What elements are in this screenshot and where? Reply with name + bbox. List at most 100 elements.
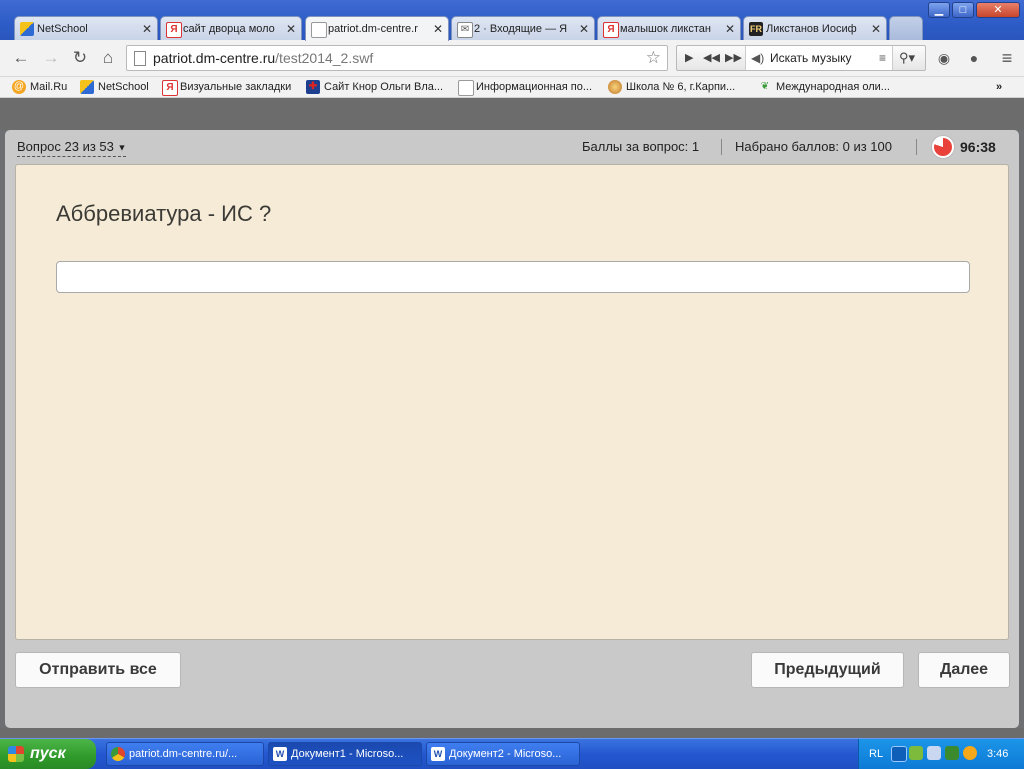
- system-tray: RL 3:46: [858, 739, 1024, 769]
- menu-icon[interactable]: ≡: [997, 48, 1017, 68]
- tab-label: patriot.dm-centre.r: [328, 23, 418, 35]
- close-icon[interactable]: ✕: [286, 17, 296, 40]
- nvidia-icon[interactable]: [945, 746, 959, 760]
- previous-button[interactable]: Предыдущий: [751, 652, 904, 688]
- url-path: /test2014_2.swf: [275, 50, 374, 66]
- chrome-icon: [111, 747, 125, 761]
- language-indicator[interactable]: RL: [869, 739, 883, 769]
- leaf-icon: ❦: [760, 81, 770, 92]
- question-selector[interactable]: Вопрос 23 из 53 ▼: [17, 139, 127, 157]
- submit-all-button[interactable]: Отправить все: [15, 652, 181, 688]
- taskbar: пуск patriot.dm-centre.ru/... W Документ…: [0, 738, 1024, 769]
- tray-arrow-icon[interactable]: [891, 746, 907, 762]
- taskbar-item-document1[interactable]: W Документ1 - Microso...: [268, 742, 422, 766]
- answer-input[interactable]: [56, 261, 970, 293]
- address-bar[interactable]: patriot.dm-centre.ru/test2014_2.swf ☆: [126, 45, 668, 71]
- tab-label: малышок ликстан: [620, 23, 711, 35]
- uk-flag-icon: ✚: [306, 80, 320, 94]
- home-icon[interactable]: ⌂: [97, 48, 119, 68]
- maximize-button[interactable]: □: [952, 2, 974, 18]
- reload-icon[interactable]: ↻: [69, 48, 91, 68]
- page-icon: [134, 51, 146, 66]
- task-label: patriot.dm-centre.ru/...: [129, 748, 238, 760]
- tab-netschool[interactable]: NetSchool ✕: [14, 16, 158, 40]
- yandex-icon: Я: [162, 80, 178, 96]
- fr-icon: FR: [749, 22, 763, 36]
- close-icon[interactable]: ✕: [433, 17, 443, 41]
- yandex-icon: Я: [603, 22, 619, 38]
- next-button[interactable]: Далее: [918, 652, 1010, 688]
- taskbar-item-chrome[interactable]: patriot.dm-centre.ru/...: [106, 742, 264, 766]
- tab-label: Ликстанов Иосиф: [766, 23, 857, 35]
- forward-arrow-icon[interactable]: →: [40, 48, 62, 68]
- bookmark-star-icon[interactable]: ☆: [646, 46, 661, 70]
- bookmark-info[interactable]: Информационная по...: [458, 79, 593, 96]
- start-button[interactable]: пуск: [0, 739, 96, 769]
- score-text: Набрано баллов: 0 из 100: [735, 139, 892, 154]
- music-toolbar: ▶ ◀◀ ▶▶ ◀) Искать музыку ≡ ⚲▾: [676, 45, 926, 71]
- bookmark-school6[interactable]: Школа № 6, г.Карпи...: [608, 79, 735, 95]
- close-window-button[interactable]: ✕: [976, 2, 1020, 18]
- question-selector-label: Вопрос 23 из 53: [17, 139, 114, 154]
- bookmarks-bar: @ Mail.Ru NetSchool Я Визуальные закладк…: [0, 77, 1024, 98]
- bookmark-olympiad[interactable]: ❦ Международная оли...: [758, 79, 890, 95]
- divider: [916, 139, 917, 155]
- question-card: Аббревиатура - ИС ?: [15, 164, 1009, 640]
- rewind-icon[interactable]: ◀◀: [703, 46, 720, 70]
- tab-malyshok[interactable]: Я малышок ликстан ✕: [597, 16, 741, 40]
- extension-icon[interactable]: ◉: [934, 48, 954, 68]
- bookmark-label: Школа № 6, г.Карпи...: [626, 81, 736, 93]
- bookmark-label: NetSchool: [98, 81, 149, 93]
- tab-patriot[interactable]: patriot.dm-centre.r ✕: [305, 16, 449, 41]
- play-icon[interactable]: ▶: [685, 46, 693, 70]
- mailru-icon: @: [12, 80, 26, 94]
- windows-flag-icon: [8, 746, 24, 762]
- fast-forward-icon[interactable]: ▶▶: [725, 46, 742, 70]
- network-icon[interactable]: [909, 746, 923, 760]
- browser-titlebar: NetSchool ✕ Я сайт дворца моло ✕ patriot…: [0, 0, 1024, 41]
- bookmarks-overflow[interactable]: »: [996, 79, 1002, 95]
- timer-value: 96:38: [960, 139, 996, 155]
- menu-lines-icon[interactable]: ≡: [879, 46, 886, 70]
- minimize-button[interactable]: ▁: [928, 2, 950, 18]
- display-icon[interactable]: [927, 746, 941, 760]
- bookmark-netschool[interactable]: NetSchool: [80, 79, 149, 95]
- task-label: Документ1 - Microso...: [291, 748, 404, 760]
- clock[interactable]: 3:46: [987, 739, 1008, 769]
- mail-icon: ✉: [457, 22, 473, 38]
- update-icon[interactable]: [963, 746, 977, 760]
- tab-yandex-search[interactable]: Я сайт дворца моло ✕: [160, 16, 302, 40]
- bookmark-visual[interactable]: Я Визуальные закладки: [162, 79, 292, 96]
- close-icon[interactable]: ✕: [142, 17, 152, 40]
- school-icon: [608, 80, 622, 94]
- close-icon[interactable]: ✕: [579, 17, 589, 40]
- word-icon: W: [431, 747, 445, 761]
- url-host: patriot.dm-centre.ru: [153, 50, 276, 66]
- bookmark-mailru[interactable]: @ Mail.Ru: [12, 79, 67, 95]
- question-text: Аббревиатура - ИС ?: [56, 201, 272, 226]
- quiz-container: Вопрос 23 из 53 ▼ Баллы за вопрос: 1 Наб…: [5, 130, 1019, 728]
- close-icon[interactable]: ✕: [725, 17, 735, 40]
- divider: [721, 139, 722, 155]
- page-icon: [311, 22, 327, 38]
- search-icon[interactable]: ⚲▾: [899, 46, 915, 70]
- browser-toolbar: ← → ↻ ⌂ patriot.dm-centre.ru/test2014_2.…: [0, 40, 1024, 77]
- new-tab-button[interactable]: [889, 16, 923, 40]
- extension-bubble-icon[interactable]: ●: [964, 48, 984, 68]
- bookmark-label: Информационная по...: [476, 81, 593, 93]
- back-arrow-icon[interactable]: ←: [10, 48, 32, 68]
- quiz-status-bar: Вопрос 23 из 53 ▼ Баллы за вопрос: 1 Наб…: [5, 130, 1019, 164]
- timer-icon: [932, 136, 954, 158]
- bookmark-label: Международная оли...: [776, 81, 890, 93]
- bookmark-knor[interactable]: ✚ Сайт Кнор Ольги Вла...: [306, 79, 443, 95]
- bookmark-label: Сайт Кнор Ольги Вла...: [324, 81, 444, 93]
- tab-label: NetSchool: [37, 23, 88, 35]
- tab-likstanov[interactable]: FR Ликстанов Иосиф ✕: [743, 16, 887, 40]
- tab-inbox[interactable]: ✉ 2 · Входящие — Я ✕: [451, 16, 595, 40]
- music-search-input[interactable]: ◀) Искать музыку ≡: [745, 46, 893, 70]
- page-margin-top: [0, 98, 1024, 130]
- tab-label: сайт дворца моло: [183, 23, 275, 35]
- bookmark-label: Визуальные закладки: [180, 81, 292, 93]
- taskbar-item-document2[interactable]: W Документ2 - Microso...: [426, 742, 580, 766]
- close-icon[interactable]: ✕: [871, 17, 881, 40]
